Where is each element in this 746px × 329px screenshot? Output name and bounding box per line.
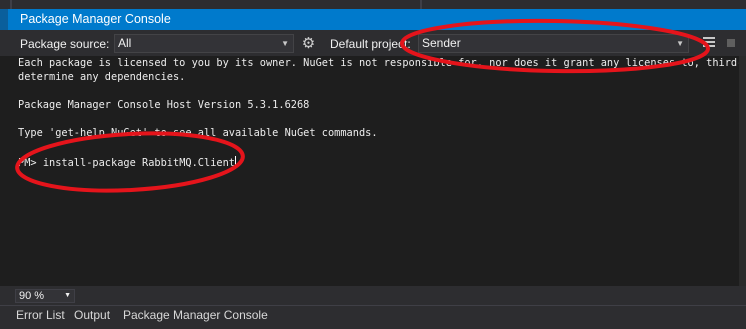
console-line: Each package is licensed to you by its o…: [18, 57, 746, 69]
text-cursor: [235, 156, 236, 168]
package-source-value: All: [118, 36, 132, 50]
window-title[interactable]: Package Manager Console: [0, 9, 746, 30]
default-project-label: Default project:: [330, 37, 411, 51]
package-source-label: Package source:: [20, 37, 110, 51]
tab-divider: [10, 0, 12, 9]
command-line[interactable]: PM> install-package RabbitMQ.Client: [18, 156, 236, 169]
chevron-down-icon: ▼: [281, 39, 289, 48]
stop-icon[interactable]: [727, 39, 735, 47]
chevron-down-icon: ▼: [64, 292, 71, 299]
tab-divider: [420, 0, 422, 9]
clear-console-icon[interactable]: [703, 37, 715, 49]
console-status-bar: 90 % ▼: [0, 286, 746, 305]
zoom-dropdown[interactable]: 90 % ▼: [15, 289, 75, 303]
gear-icon[interactable]: ⚙: [300, 35, 317, 52]
default-project-value: Sender: [422, 36, 461, 50]
console-prompt: PM>: [18, 157, 43, 169]
tab-output[interactable]: Output: [74, 306, 110, 324]
tab-error-list[interactable]: Error List: [16, 306, 65, 324]
console-toolbar: Package source: All ▼ ⚙ Default project:…: [0, 30, 746, 56]
zoom-value: 90 %: [19, 290, 45, 302]
command-input[interactable]: install-package RabbitMQ.Client: [43, 157, 235, 169]
tab-package-manager-console[interactable]: Package Manager Console: [123, 306, 268, 324]
bottom-tab-bar: Error List Output Package Manager Consol…: [0, 305, 746, 329]
console-output[interactable]: Each package is licensed to you by its o…: [0, 56, 746, 286]
vertical-scrollbar[interactable]: [739, 56, 746, 286]
package-source-dropdown[interactable]: All ▼: [114, 34, 294, 53]
console-line: determine any dependencies.: [18, 71, 186, 83]
console-line: Type 'get-help NuGet' to see all availab…: [18, 127, 378, 139]
default-project-dropdown[interactable]: Sender ▼: [418, 34, 689, 53]
chevron-down-icon: ▼: [676, 39, 684, 48]
top-tab-strip: [0, 0, 746, 9]
console-line: Package Manager Console Host Version 5.3…: [18, 99, 310, 111]
